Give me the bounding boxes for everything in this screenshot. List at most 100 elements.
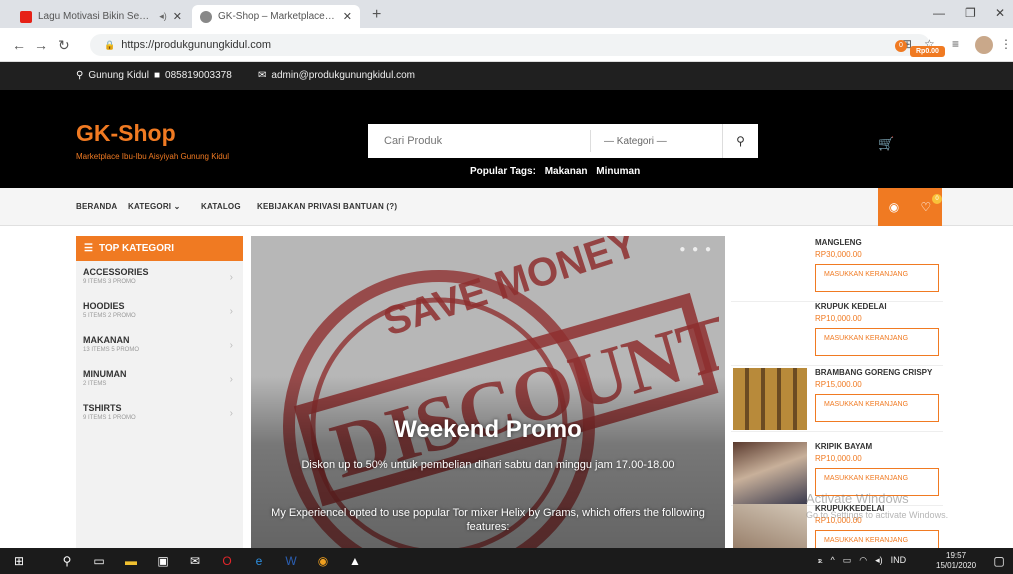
store-icon[interactable]: ▣ [154, 552, 172, 570]
product-name[interactable]: BRAMBANG GORENG CRISPY [815, 368, 932, 377]
envelope-icon: ✉ [258, 70, 267, 81]
category-item[interactable]: MAKANAN 13 ITEMS 5 PROMO › [76, 332, 243, 366]
windows-taskbar: ⊞ ⚲ ▭ ▬ ▣ ✉ O e W ◉ ▲ ꭱ ^ ▭ ◠ ◂) IND 19:… [0, 548, 1013, 574]
site-icon [200, 10, 212, 23]
account-actions: ◉ ♡ [878, 188, 942, 226]
chevron-up-icon[interactable]: ^ [830, 555, 834, 566]
slider-dots[interactable]: ● ● ● [679, 244, 713, 255]
language-indicator[interactable]: IND [891, 555, 907, 566]
top-info-bar: ⚲ Gunung Kidul ■ 085819003378 ✉ admin@pr… [0, 62, 1013, 90]
nav-beranda[interactable]: BERANDA [76, 202, 117, 211]
profile-avatar[interactable] [975, 36, 993, 54]
close-tab-icon[interactable]: ✕ [173, 10, 182, 23]
search-divider [590, 130, 591, 152]
nav-kebijakan-privasi[interactable]: KEBIJAKAN PRIVASI [257, 202, 341, 211]
cart-total-badge[interactable]: Rp0.00 [910, 46, 945, 57]
add-to-cart-button[interactable]: MASUKKAN KERANJANG [815, 328, 939, 356]
site-logo[interactable]: GK-Shop [76, 120, 176, 147]
email-text[interactable]: admin@produkgunungkidul.com [271, 70, 415, 81]
forward-icon[interactable]: → [34, 37, 48, 53]
category-item[interactable]: MINUMAN 2 ITEMS › [76, 366, 243, 400]
category-select[interactable]: — Kategori — [592, 124, 722, 158]
nav-kategori[interactable]: KATEGORI ⌄ [128, 202, 181, 211]
search-button[interactable]: ⚲ [722, 124, 758, 158]
activate-windows-title: Activate Windows [806, 491, 909, 506]
product-thumbnail[interactable] [733, 442, 807, 504]
email-item[interactable]: ✉ admin@produkgunungkidul.com [258, 70, 415, 81]
tab-lagu-motivasi[interactable]: Lagu Motivasi Bikin Semang ◂) ✕ [12, 5, 190, 28]
tag-minuman[interactable]: Minuman [596, 166, 640, 177]
address-bar[interactable]: 🔒 https://produkgunungkidul.com [90, 34, 930, 56]
reading-list-icon[interactable]: ≡ [952, 37, 959, 51]
promo-banner[interactable]: SAVE MONEY DISCOUNT ● ● ● Weekend Promo … [251, 236, 725, 548]
chrome-icon[interactable]: ◉ [314, 552, 332, 570]
add-to-cart-button[interactable]: MASUKKAN KERANJANG [815, 394, 939, 422]
banner-title: Weekend Promo [394, 416, 582, 443]
site-tagline: Marketplace Ibu-Ibu Aisyiyah Gunung Kidu… [76, 152, 229, 161]
tag-makanan[interactable]: Makanan [545, 166, 588, 177]
category-meta: 5 ITEMS 2 PROMO [83, 313, 136, 319]
cart-count-badge: 0 [895, 40, 907, 52]
wifi-icon[interactable]: ◠ [859, 555, 867, 566]
nav-katalog[interactable]: KATALOG [201, 202, 241, 211]
notification-icon[interactable]: ▢ [990, 552, 1008, 570]
mail-icon[interactable]: ✉ [186, 552, 204, 570]
minimize-icon[interactable]: — [933, 6, 945, 20]
back-icon[interactable]: ← [12, 37, 26, 53]
restore-icon[interactable]: ❐ [965, 6, 976, 20]
lock-icon[interactable]: 🔒 [104, 40, 115, 51]
nav-kategori-label: KATEGORI [128, 202, 172, 211]
search-input[interactable] [368, 124, 590, 158]
nav-bantuan[interactable]: BANTUAN (?) [343, 202, 397, 211]
category-item[interactable]: TSHIRTS 9 ITEMS 1 PROMO › [76, 400, 243, 434]
new-tab-button[interactable]: + [372, 6, 381, 24]
sidebar-title: TOP KATEGORI [98, 243, 174, 254]
speaker-icon[interactable]: ◂) [159, 11, 167, 22]
product-card[interactable]: BRAMBANG GORENG CRISPY RP15,000.00 MASUK… [731, 366, 943, 432]
reload-icon[interactable]: ↻ [58, 37, 70, 54]
tab-gk-shop[interactable]: GK-Shop – Marketplace Ibu-Ibu ✕ [192, 5, 360, 28]
product-name[interactable]: KRIPIK BAYAM [815, 442, 872, 451]
cart-icon[interactable]: 🛒 [878, 136, 894, 152]
activate-windows-subtitle: Go to Settings to activate Windows. [806, 510, 949, 520]
close-window-icon[interactable]: ✕ [995, 6, 1005, 20]
product-card[interactable]: MANGLENG RP30,000.00 MASUKKAN KERANJANG [731, 236, 943, 302]
add-to-cart-button[interactable]: MASUKKAN KERANJANG [815, 530, 939, 548]
category-name: ACCESSORIES [83, 267, 149, 277]
windows-start-icon[interactable]: ⊞ [10, 552, 28, 570]
youtube-icon [20, 10, 32, 23]
add-to-cart-button[interactable]: MASUKKAN KERANJANG [815, 264, 939, 292]
file-explorer-icon[interactable]: ▬ [122, 552, 140, 570]
clock[interactable]: 19:57 15/01/2020 [936, 551, 976, 571]
menu-icon[interactable]: ⋮ [1000, 37, 1012, 51]
tab-title: GK-Shop – Marketplace Ibu-Ibu [218, 11, 337, 22]
opera-icon[interactable]: O [218, 552, 236, 570]
product-name[interactable]: MANGLENG [815, 238, 862, 247]
word-icon[interactable]: W [282, 552, 300, 570]
banner-description: My Experiencel opted to use popular Tor … [271, 507, 705, 533]
search-form: — Kategori — ⚲ [368, 124, 758, 158]
category-name: TSHIRTS [83, 403, 122, 413]
people-icon[interactable]: ꭱ [818, 555, 822, 566]
sidebar-header: ☰ TOP KATEGORI [76, 236, 243, 261]
product-card[interactable]: KRUPUK KEDELAI RP10,000.00 MASUKKAN KERA… [731, 300, 943, 366]
volume-icon[interactable]: ◂) [875, 555, 883, 566]
product-thumbnail[interactable] [733, 368, 807, 430]
category-meta: 13 ITEMS 5 PROMO [83, 347, 140, 353]
product-card[interactable]: KRUPUKKEDELAI RP10,000.00 MASUKKAN KERAN… [731, 502, 943, 548]
user-icon[interactable]: ◉ [889, 200, 899, 214]
close-tab-icon[interactable]: ✕ [343, 10, 352, 23]
battery-icon[interactable]: ▭ [843, 555, 852, 566]
heart-icon[interactable]: ♡ [921, 200, 932, 214]
main-nav: BERANDA KATEGORI ⌄ KATALOG KEBIJAKAN PRI… [0, 188, 1013, 226]
category-name: MAKANAN [83, 335, 130, 345]
photos-icon[interactable]: ▲ [346, 552, 364, 570]
edge-icon[interactable]: e [250, 552, 268, 570]
browser-tab-strip: Lagu Motivasi Bikin Semang ◂) ✕ GK-Shop … [0, 0, 1013, 28]
category-item[interactable]: ACCESSORIES 9 ITEMS 3 PROMO › [76, 264, 243, 298]
product-thumbnail[interactable] [733, 504, 807, 548]
category-item[interactable]: HOODIES 5 ITEMS 2 PROMO › [76, 298, 243, 332]
search-icon[interactable]: ⚲ [58, 552, 76, 570]
task-view-icon[interactable]: ▭ [90, 552, 108, 570]
product-name[interactable]: KRUPUK KEDELAI [815, 302, 887, 311]
